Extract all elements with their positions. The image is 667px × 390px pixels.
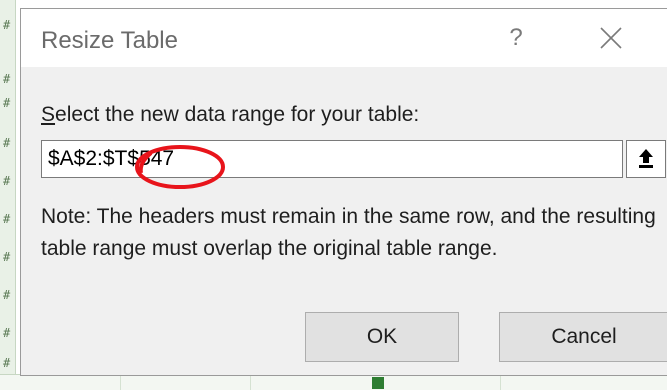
cell-overflow-marker: # xyxy=(3,356,11,370)
ok-button[interactable]: OK xyxy=(305,312,459,362)
access-key: S xyxy=(41,103,56,126)
fill-handle[interactable] xyxy=(372,377,384,389)
range-prompt-label: Select the new data range for your table… xyxy=(41,103,419,127)
grid-line xyxy=(500,375,501,390)
dialog-title: Resize Table xyxy=(41,27,178,54)
resize-note: Note: The headers must remain in the sam… xyxy=(41,205,656,260)
cell-overflow-marker: # xyxy=(3,174,11,188)
collapse-dialog-button[interactable] xyxy=(626,140,666,178)
range-input[interactable] xyxy=(42,141,602,177)
cell-overflow-marker: # xyxy=(3,288,11,302)
collapse-dialog-icon xyxy=(639,149,653,168)
cell-overflow-marker: # xyxy=(3,250,11,264)
range-prompt-text: elect the new data range for your table: xyxy=(55,103,420,126)
range-field xyxy=(41,140,623,178)
cell-overflow-marker: # xyxy=(3,212,11,226)
help-button[interactable]: ? xyxy=(499,21,533,55)
question-icon: ? xyxy=(509,24,523,51)
cancel-button[interactable]: Cancel xyxy=(499,312,667,362)
cell-overflow-marker: # xyxy=(3,18,11,32)
close-icon xyxy=(600,27,622,49)
worksheet-edge: # # # # # # # # # # xyxy=(0,0,16,390)
grid-line xyxy=(250,375,251,390)
worksheet-bottom-row xyxy=(0,374,667,390)
grid-line xyxy=(120,375,121,390)
cell-overflow-marker: # xyxy=(3,326,11,340)
cell-overflow-marker: # xyxy=(3,72,11,86)
dialog-titlebar[interactable]: Resize Table ? xyxy=(21,9,667,67)
cell-overflow-marker: # xyxy=(3,96,11,110)
cell-overflow-marker: # xyxy=(3,136,11,150)
resize-table-dialog: Resize Table ? Select the new data range… xyxy=(20,8,667,376)
close-button[interactable] xyxy=(591,21,631,55)
